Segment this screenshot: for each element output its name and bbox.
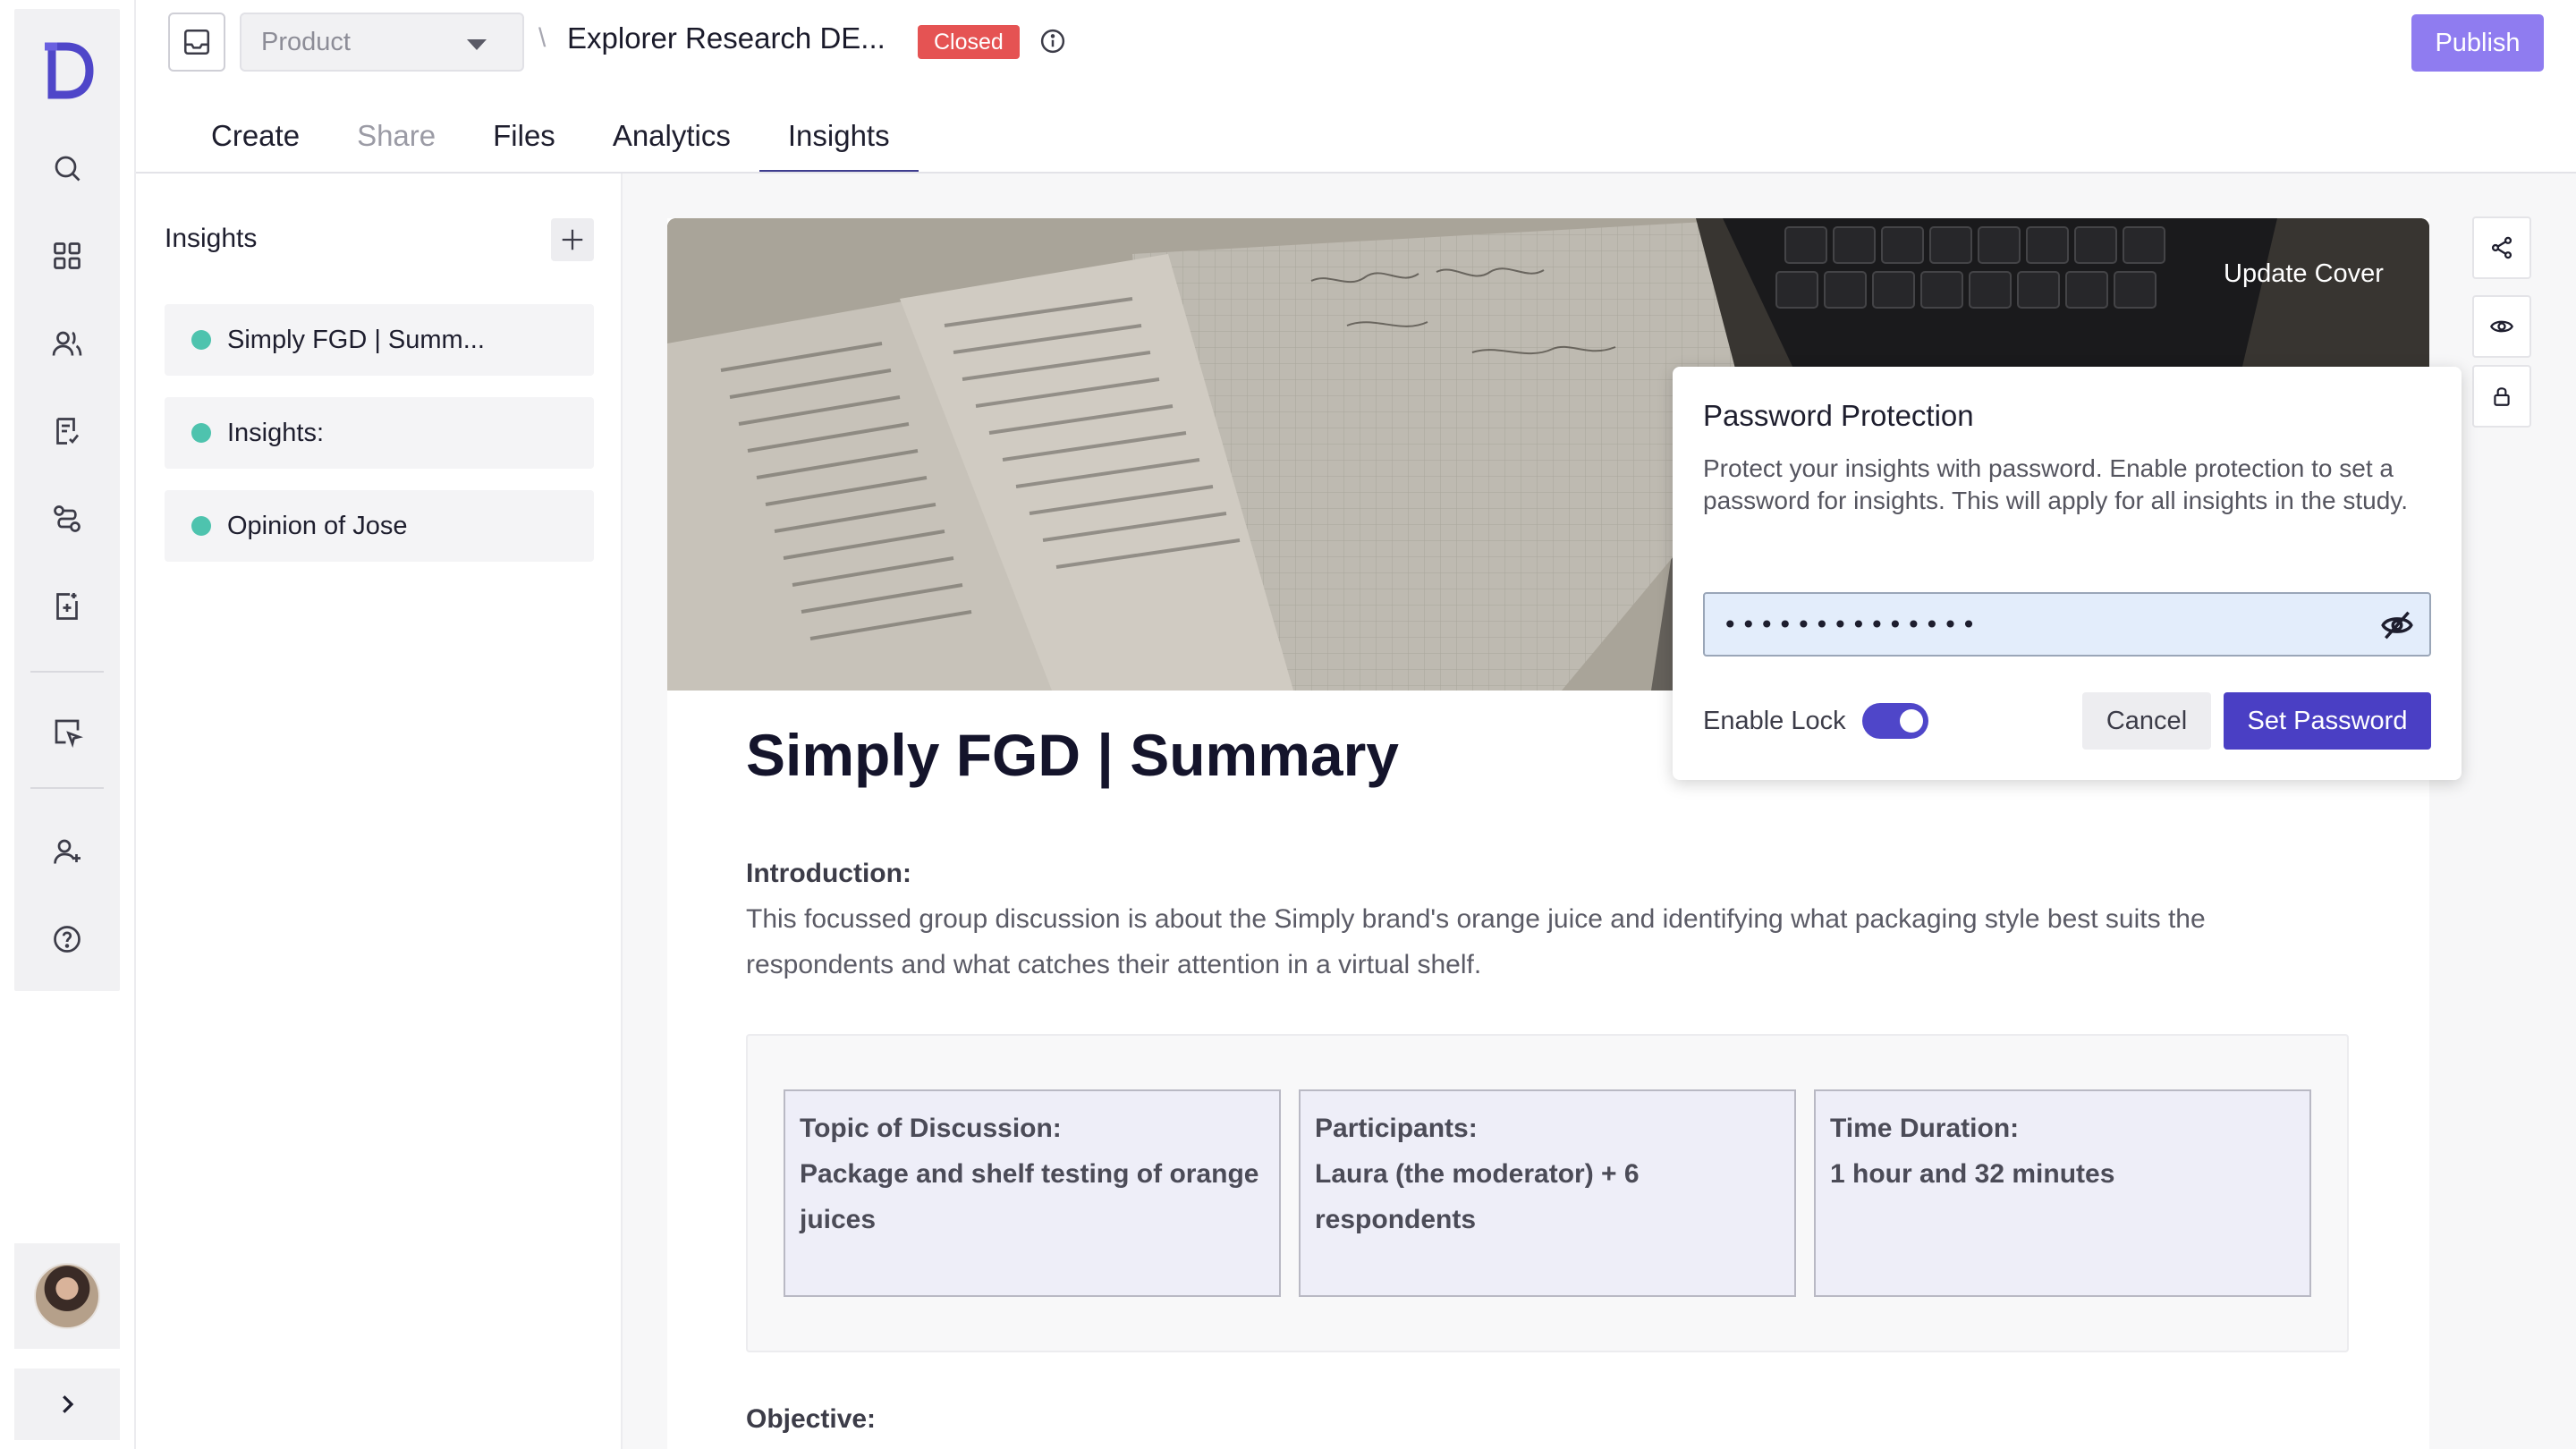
insight-item-label: Simply FGD | Summ...: [227, 325, 485, 354]
breadcrumb-separator: \: [538, 23, 547, 53]
enable-lock-label: Enable Lock: [1703, 707, 1846, 735]
intro-text: This focussed group discussion is about …: [746, 904, 2206, 979]
password-input[interactable]: [1723, 606, 2349, 642]
insight-list-item[interactable]: Insights:: [165, 397, 594, 469]
rail-border: [134, 0, 136, 1449]
add-insight-button[interactable]: [551, 218, 594, 261]
intro-heading: Introduction:: [746, 859, 911, 888]
add-user-icon[interactable]: [47, 832, 87, 871]
add-page-icon[interactable]: [47, 587, 87, 626]
summary-card: Time Duration: 1 hour and 32 minutes: [1814, 1089, 2311, 1297]
lock-button[interactable]: [2472, 365, 2531, 428]
logo-icon[interactable]: [39, 39, 95, 102]
tab-create[interactable]: Create: [182, 116, 328, 174]
objective-heading: Objective:: [746, 1404, 877, 1434]
chevron-right-icon: [63, 1395, 74, 1413]
profile-box: [14, 1243, 120, 1349]
publish-button[interactable]: Publish: [2411, 14, 2544, 72]
workspace-select[interactable]: Product: [240, 13, 524, 72]
left-rail: [14, 9, 120, 991]
cursor-icon[interactable]: [47, 712, 87, 751]
summary-card: Topic of Discussion: Package and shelf t…: [784, 1089, 1281, 1297]
card-body: 1 hour and 32 minutes: [1830, 1159, 2115, 1189]
survey-icon[interactable]: [47, 411, 87, 451]
cancel-button[interactable]: Cancel: [2082, 692, 2211, 750]
search-icon[interactable]: [47, 148, 87, 188]
status-badge: Closed: [918, 25, 1020, 59]
update-cover-button[interactable]: Update Cover: [2224, 259, 2384, 289]
password-field[interactable]: [1703, 592, 2431, 657]
study-title[interactable]: Explorer Research DE...: [567, 21, 886, 55]
plus-icon: [562, 229, 583, 250]
flow-icon[interactable]: [47, 499, 87, 538]
users-icon[interactable]: [47, 324, 87, 363]
toggle-knob: [1900, 709, 1923, 733]
card-heading: Time Duration:: [1830, 1114, 2020, 1143]
document-title[interactable]: Simply FGD | Summary: [746, 721, 1399, 789]
share-insight-button[interactable]: [2472, 216, 2531, 279]
study-tabs: Create Share Files Analytics Insights: [182, 116, 919, 174]
grid-icon[interactable]: [47, 236, 87, 275]
insight-item-label: Insights:: [227, 418, 324, 447]
preview-button[interactable]: [2472, 295, 2531, 358]
eye-off-icon[interactable]: [2379, 608, 2415, 642]
status-dot: [191, 516, 211, 536]
status-dot: [191, 423, 211, 443]
inbox-button[interactable]: [168, 13, 225, 72]
status-dot: [191, 330, 211, 350]
eye-icon: [2490, 320, 2513, 333]
tab-analytics[interactable]: Analytics: [584, 116, 759, 174]
summary-card: Participants: Laura (the moderator) + 6 …: [1299, 1089, 1796, 1297]
insight-list-item[interactable]: Opinion of Jose: [165, 490, 594, 562]
enable-lock-toggle[interactable]: [1862, 703, 1928, 739]
avatar[interactable]: [34, 1263, 100, 1329]
tab-insights[interactable]: Insights: [758, 116, 919, 174]
tab-share[interactable]: Share: [328, 116, 464, 174]
card-heading: Participants:: [1315, 1114, 1478, 1143]
insight-item-label: Opinion of Jose: [227, 511, 408, 540]
tab-files[interactable]: Files: [464, 116, 584, 174]
share-icon: [2491, 236, 2512, 259]
card-body: Package and shelf testing of orange juic…: [800, 1159, 1259, 1234]
caret-down-icon: [467, 39, 487, 50]
rail-divider: [30, 671, 104, 673]
inbox-icon: [183, 29, 210, 55]
info-icon[interactable]: [1039, 28, 1066, 55]
popover-title: Password Protection: [1703, 399, 1974, 432]
insight-list-item[interactable]: Simply FGD | Summ...: [165, 304, 594, 376]
card-heading: Topic of Discussion:: [800, 1114, 1062, 1143]
popover-description: Protect your insights with password. Ena…: [1703, 454, 2408, 514]
insights-panel-title: Insights: [165, 224, 258, 253]
expand-rail-button[interactable]: [14, 1368, 120, 1440]
set-password-button[interactable]: Set Password: [2224, 692, 2431, 750]
rail-divider: [30, 787, 104, 789]
help-icon[interactable]: [47, 919, 87, 959]
lock-icon: [2494, 387, 2510, 406]
workspace-select-value: Product: [261, 27, 351, 56]
card-body: Laura (the moderator) + 6 respondents: [1315, 1159, 1640, 1234]
